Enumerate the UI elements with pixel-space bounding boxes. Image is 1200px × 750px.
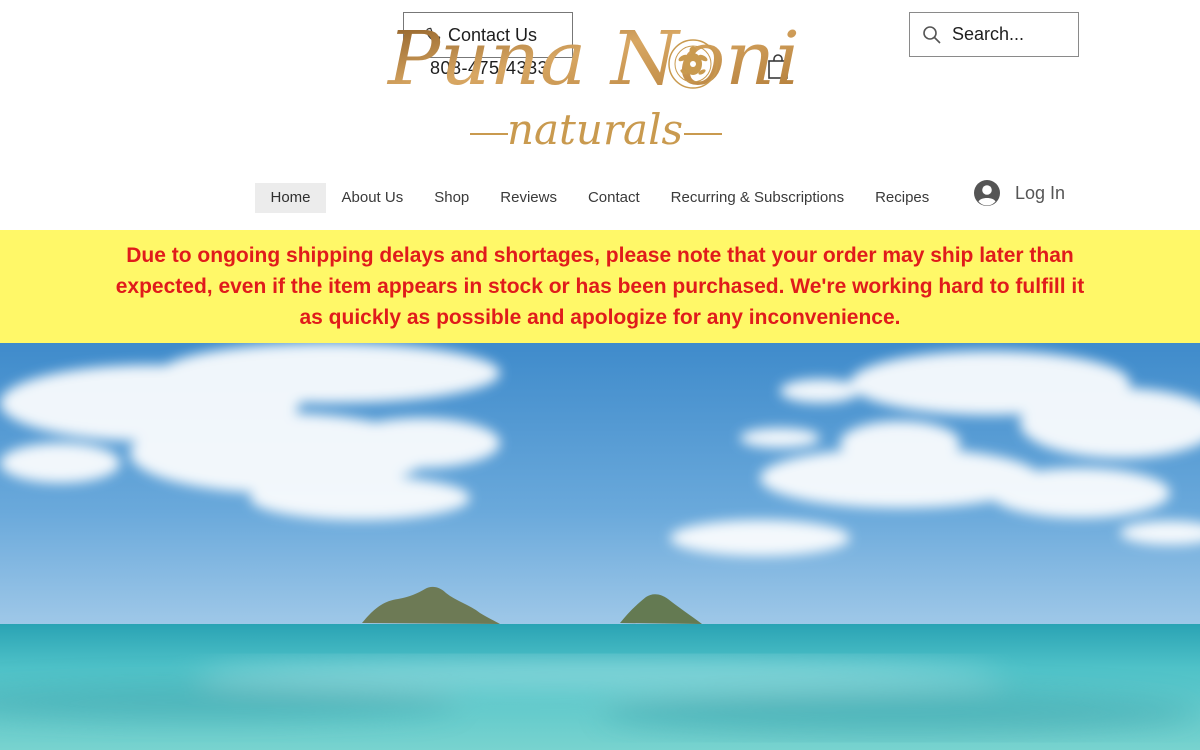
main-nav: Home About Us Shop Reviews Contact Recur…: [255, 183, 945, 213]
shipping-notice-text: Due to ongoing shipping delays and short…: [115, 244, 1085, 329]
login-button[interactable]: Log In: [973, 176, 1065, 210]
contact-us-label: Contact Us: [448, 25, 538, 45]
search-input[interactable]: [952, 24, 1072, 45]
nav-item-reviews[interactable]: Reviews: [485, 183, 573, 213]
login-label: Log In: [1015, 182, 1066, 203]
phone-icon: [426, 27, 441, 42]
turtle-emblem-icon: [668, 39, 718, 89]
cart-icon[interactable]: [766, 52, 790, 80]
phone-number[interactable]: 808-475-4333: [430, 58, 548, 79]
nav-item-contact[interactable]: Contact: [572, 183, 655, 213]
hero-image: [0, 343, 1200, 750]
beach-scene: [0, 343, 1200, 750]
nav-item-about-us[interactable]: About Us: [326, 183, 419, 213]
nav-item-home[interactable]: Home: [255, 183, 327, 213]
shipping-notice-banner: Due to ongoing shipping delays and short…: [0, 230, 1200, 343]
nav-item-recipes[interactable]: Recipes: [860, 183, 945, 213]
site-header: Contact Us 808-475-4333 Puna Noni natura…: [0, 0, 1200, 230]
logo-subtitle: naturals: [507, 105, 683, 154]
contact-us-button[interactable]: Contact Us: [403, 12, 573, 58]
nav-item-shop[interactable]: Shop: [419, 183, 485, 213]
search-box[interactable]: [909, 12, 1079, 57]
nav-item-recurring-subscriptions[interactable]: Recurring & Subscriptions: [655, 183, 859, 213]
avatar-icon: [974, 180, 1000, 206]
search-icon[interactable]: [922, 25, 942, 45]
